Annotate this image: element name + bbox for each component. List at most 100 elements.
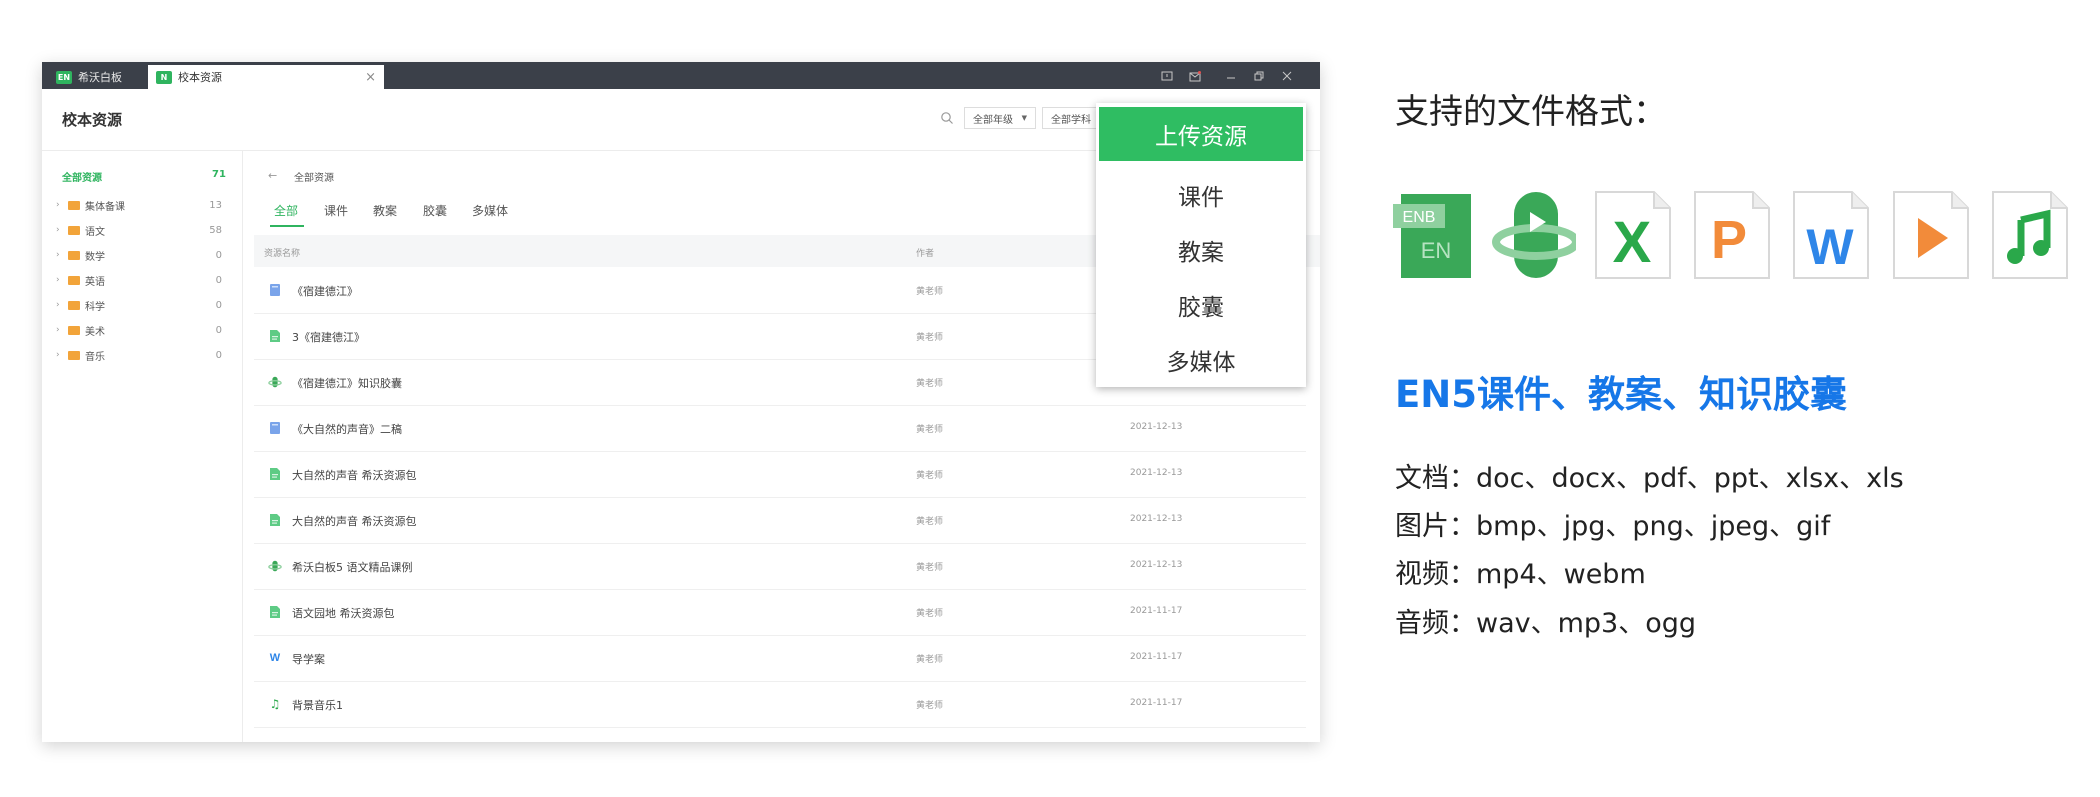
folder-icon <box>68 350 80 360</box>
chevron-right-icon[interactable]: › <box>56 300 66 310</box>
folder-count: 58 <box>209 224 222 236</box>
format-video: 视频：mp4、webm <box>1395 559 1646 590</box>
grade-select[interactable]: 全部年级 ▼ <box>964 107 1036 129</box>
resource-name: 《宿建德江》知识胶囊 <box>292 377 402 390</box>
filter-tab[interactable]: 教案 <box>373 202 397 219</box>
folder-count: 0 <box>215 349 222 361</box>
resource-date: 2021-11-17 <box>1130 606 1183 616</box>
minimize-icon[interactable] <box>1220 66 1242 86</box>
courseware-icon <box>268 282 282 298</box>
upload-dropdown-menu: 上传资源 课件 教案 胶囊 多媒体 <box>1096 103 1306 387</box>
resource-date: 2021-12-13 <box>1130 560 1183 570</box>
word-file-icon: W <box>1790 190 1874 280</box>
menu-item-lesson-plan[interactable]: 教案 <box>1096 230 1306 270</box>
filter-tab[interactable]: 全部 <box>274 202 298 219</box>
filter-tab[interactable]: 多媒体 <box>472 202 508 219</box>
chevron-right-icon[interactable]: › <box>56 250 66 260</box>
breadcrumb: 全部资源 <box>294 173 334 184</box>
restore-icon[interactable] <box>1248 66 1270 86</box>
subject-select-value: 全部学科 <box>1051 114 1091 126</box>
resource-date: 2021-12-13 <box>1130 468 1183 478</box>
resource-author: 黄老师 <box>916 517 944 527</box>
chevron-right-icon[interactable]: › <box>56 275 66 285</box>
sidebar-folder[interactable]: › 集体备课 13 <box>56 195 236 215</box>
tab-school-resources[interactable]: N 校本资源 × <box>148 65 384 89</box>
menu-item-courseware[interactable]: 课件 <box>1096 175 1306 215</box>
resource-date: 2021-11-17 <box>1130 698 1183 708</box>
resource-author: 黄老师 <box>916 287 944 297</box>
resource-author: 黄老师 <box>916 471 944 481</box>
upload-resource-button[interactable]: 上传资源 <box>1099 107 1303 161</box>
resource-name: 背景音乐1 <box>292 699 343 712</box>
table-row[interactable]: 《大自然的声音》二稿 黄老师 2021-12-13 <box>254 405 1306 452</box>
resource-date: 2021-12-13 <box>1130 422 1183 432</box>
sidebar-folder[interactable]: › 美术 0 <box>56 320 236 340</box>
active-tab-indicator <box>270 225 304 227</box>
folder-count: 0 <box>215 274 222 286</box>
folder-icon <box>68 275 80 285</box>
audio-file-icon <box>1989 190 2073 280</box>
resource-date: 2021-11-17 <box>1130 652 1183 662</box>
resource-name: 大自然的声音 希沃资源包 <box>292 515 417 528</box>
chevron-right-icon[interactable]: › <box>56 200 66 210</box>
column-header-name: 资源名称 <box>264 249 301 259</box>
all-resources-count: 71 <box>212 169 226 180</box>
table-row[interactable]: W 导学案 黄老师 2021-11-17 <box>254 635 1306 682</box>
menu-item-multimedia[interactable]: 多媒体 <box>1096 340 1306 380</box>
message-icon[interactable] <box>1184 66 1206 86</box>
svg-text:X: X <box>1613 210 1652 275</box>
chevron-right-icon[interactable]: › <box>56 225 66 235</box>
filter-tab[interactable]: 课件 <box>324 202 348 219</box>
title-bar: EN 希沃白板 N 校本资源 × <box>42 62 1320 89</box>
feedback-icon[interactable] <box>1156 66 1178 86</box>
table-row[interactable]: 语文园地 希沃资源包 黄老师 2021-11-17 <box>254 589 1306 636</box>
table-row[interactable]: 希沃白板5 语文精品课例 黄老师 2021-12-13 <box>254 543 1306 590</box>
seewo-logo-icon: EN <box>56 70 72 84</box>
resources-logo-icon: N <box>156 70 172 84</box>
folder-label: 集体备课 <box>85 201 125 213</box>
folder-icon <box>68 200 80 210</box>
sidebar-folder[interactable]: › 科学 0 <box>56 295 236 315</box>
sidebar-folder[interactable]: › 音乐 0 <box>56 345 236 365</box>
lesson-plan-icon <box>268 604 282 620</box>
sidebar: 全部资源 71 › 集体备课 13 › 语文 58 › 数学 0 › 英语 0 › 科学 0 › 美术 0 › 音乐 0 <box>42 151 243 742</box>
back-arrow-icon[interactable]: ← <box>268 169 277 182</box>
resource-author: 黄老师 <box>916 333 944 343</box>
en5-formats-subtitle: EN5课件、教案、知识胶囊 <box>1395 373 1847 416</box>
lesson-plan-icon <box>268 512 282 528</box>
resource-name: 3《宿建德江》 <box>292 331 365 344</box>
table-row[interactable]: ♫ 背景音乐1 黄老师 2021-11-17 <box>254 681 1306 728</box>
sidebar-folder[interactable]: › 英语 0 <box>56 270 236 290</box>
resource-author: 黄老师 <box>916 701 944 711</box>
close-window-icon[interactable] <box>1276 66 1298 86</box>
resource-name: 大自然的声音 希沃资源包 <box>292 469 417 482</box>
table-row[interactable]: 大自然的声音 希沃资源包 黄老师 2021-12-13 <box>254 497 1306 544</box>
resource-name: 《宿建德江》 <box>292 285 358 298</box>
search-icon[interactable] <box>940 111 956 127</box>
resource-name: 语文园地 希沃资源包 <box>292 607 395 620</box>
ppt-file-icon: P <box>1691 190 1775 280</box>
folder-label: 美术 <box>85 326 105 338</box>
chevron-right-icon[interactable]: › <box>56 325 66 335</box>
folder-count: 0 <box>215 299 222 311</box>
sidebar-all-resources[interactable]: 全部资源 <box>62 169 102 184</box>
menu-item-capsule[interactable]: 胶囊 <box>1096 285 1306 325</box>
folder-label: 数学 <box>85 251 105 263</box>
folder-icon <box>68 250 80 260</box>
chevron-right-icon[interactable]: › <box>56 350 66 360</box>
resource-author: 黄老师 <box>916 609 944 619</box>
filter-tab[interactable]: 胶囊 <box>423 202 447 219</box>
grade-select-value: 全部年级 <box>973 114 1013 126</box>
sidebar-folder[interactable]: › 语文 58 <box>56 220 236 240</box>
folder-icon <box>68 225 80 235</box>
sidebar-folder[interactable]: › 数学 0 <box>56 245 236 265</box>
close-tab-icon[interactable]: × <box>365 70 376 85</box>
svg-text:EN: EN <box>1421 238 1452 263</box>
lesson-plan-icon <box>268 466 282 482</box>
tab-label: 校本资源 <box>178 71 222 84</box>
table-row[interactable]: 大自然的声音 希沃资源包 黄老师 2021-12-13 <box>254 451 1306 498</box>
tab-label: 希沃白板 <box>78 71 122 84</box>
resource-name: 《大自然的声音》二稿 <box>292 423 402 436</box>
tab-seewo-whiteboard[interactable]: EN 希沃白板 <box>48 65 144 89</box>
svg-text:W: W <box>1806 219 1854 275</box>
